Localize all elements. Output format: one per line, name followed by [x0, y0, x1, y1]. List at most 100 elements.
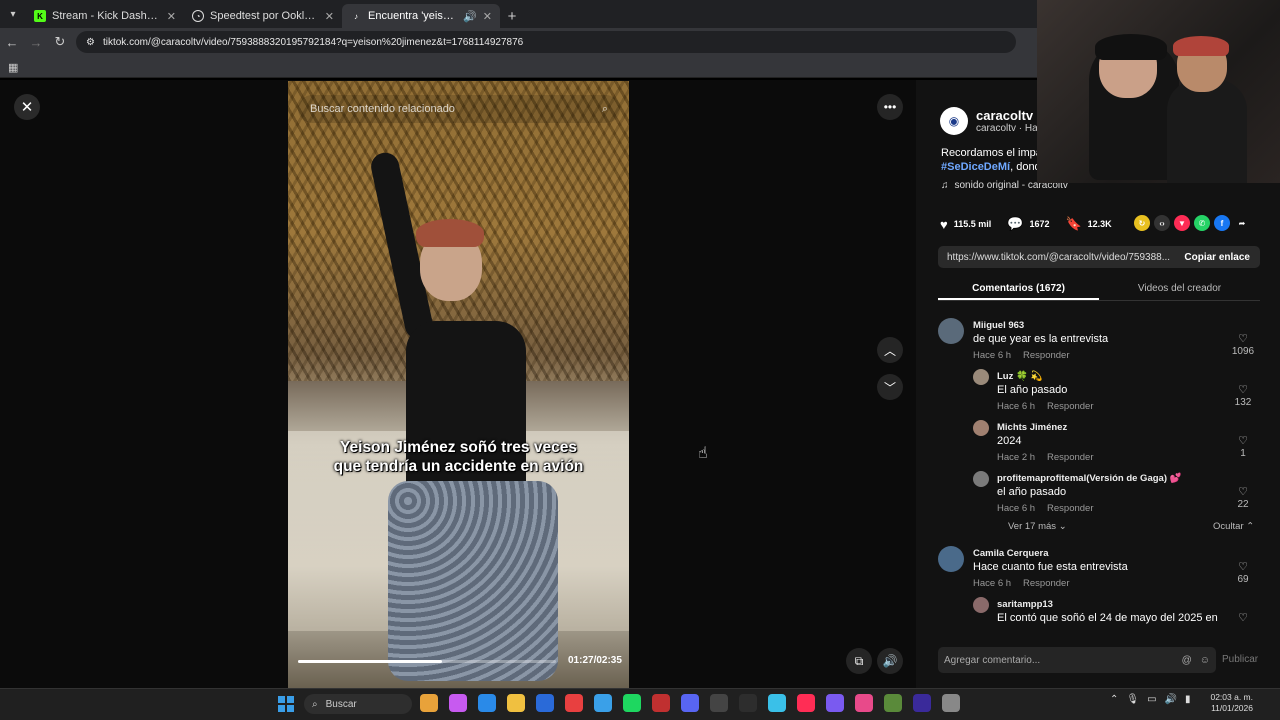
- taskbar-app-icon[interactable]: [478, 694, 496, 712]
- heart-outline-icon[interactable]: ♡: [1228, 434, 1258, 447]
- taskbar-app-icon[interactable]: [768, 694, 786, 712]
- tab-tiktok[interactable]: ♪ Encuentra 'yeison jimenez' 🔊 ✕: [342, 4, 500, 28]
- comment-like[interactable]: ♡ 1096: [1228, 332, 1258, 357]
- tab-creator-videos[interactable]: Videos del creador: [1099, 278, 1260, 300]
- copy-link-button[interactable]: Copiar enlace: [1174, 246, 1260, 268]
- taskbar-app-icon[interactable]: [681, 694, 699, 712]
- taskbar-app-icon[interactable]: [913, 694, 931, 712]
- video-progress-bar[interactable]: [298, 660, 556, 663]
- taskbar-search[interactable]: ⌕ Buscar: [304, 694, 412, 714]
- comment-user[interactable]: Camila Cerquera: [973, 548, 1049, 559]
- heart-outline-icon[interactable]: ♡: [1228, 560, 1258, 573]
- reply-button[interactable]: Responder: [1047, 503, 1093, 514]
- taskbar-app-icon[interactable]: [420, 694, 438, 712]
- taskbar-clock[interactable]: 02:03 a. m. 11/01/2026: [1205, 692, 1253, 714]
- close-tab-icon[interactable]: ✕: [483, 10, 492, 23]
- hide-replies[interactable]: Ocultar ⌃: [1213, 521, 1254, 532]
- previous-video-button[interactable]: ︿: [877, 337, 903, 363]
- repost-icon[interactable]: ↻: [1134, 215, 1150, 231]
- publish-button[interactable]: Publicar: [1222, 654, 1258, 665]
- heart-outline-icon[interactable]: ♡: [1228, 383, 1258, 396]
- tab-search-menu[interactable]: ▾: [0, 0, 26, 28]
- embed-icon[interactable]: ‹›: [1154, 215, 1170, 231]
- taskbar-app-icon[interactable]: [623, 694, 641, 712]
- battery-icon[interactable]: ▮: [1185, 694, 1191, 705]
- taskbar-app-icon[interactable]: [594, 694, 612, 712]
- author-name[interactable]: caracoltv: [976, 108, 1038, 123]
- send-icon[interactable]: ▼: [1174, 215, 1190, 231]
- mention-icon[interactable]: @: [1182, 655, 1192, 666]
- new-tab-button[interactable]: +: [500, 4, 524, 28]
- facebook-icon[interactable]: f: [1214, 215, 1230, 231]
- windows-start-icon[interactable]: [278, 696, 294, 712]
- reply-button[interactable]: Responder: [1023, 578, 1069, 589]
- tab-kick[interactable]: K Stream - Kick Dashboard ✕: [26, 4, 184, 28]
- search-icon[interactable]: ⌕: [602, 103, 608, 116]
- back-icon[interactable]: ←: [0, 35, 24, 50]
- comment-icon[interactable]: 💬: [1007, 216, 1023, 232]
- comment-user[interactable]: Miiguel 963: [973, 320, 1024, 331]
- taskbar-app-icon[interactable]: [942, 694, 960, 712]
- taskbar-app-icon[interactable]: [536, 694, 554, 712]
- comment-like[interactable]: ♡ 69: [1228, 560, 1258, 585]
- author-avatar[interactable]: ◉: [940, 107, 968, 135]
- close-video-button[interactable]: ✕: [14, 94, 40, 120]
- volume-button[interactable]: 🔊: [877, 648, 903, 674]
- share-link-text[interactable]: https://www.tiktok.com/@caracoltv/video/…: [938, 252, 1174, 263]
- taskbar-app-icon[interactable]: [449, 694, 467, 712]
- comment-like[interactable]: ♡ 132: [1228, 383, 1258, 408]
- comment-avatar[interactable]: [973, 369, 989, 385]
- close-tab-icon[interactable]: ✕: [167, 10, 176, 23]
- comment-like[interactable]: ♡ 22: [1228, 485, 1258, 510]
- tray-chevron-icon[interactable]: ⌃: [1110, 694, 1118, 705]
- address-bar[interactable]: ⚙ tiktok.com/@caracoltv/video/7593888320…: [76, 31, 1016, 53]
- taskbar-app-icon[interactable]: [855, 694, 873, 712]
- comment-like[interactable]: ♡: [1228, 611, 1258, 625]
- site-info-icon[interactable]: ⚙: [86, 37, 95, 48]
- comment-user[interactable]: Michts Jiménez: [997, 422, 1067, 433]
- comment-avatar[interactable]: [973, 420, 989, 436]
- taskbar-app-icon[interactable]: [884, 694, 902, 712]
- whatsapp-icon[interactable]: ✆: [1194, 215, 1210, 231]
- comment-avatar[interactable]: [938, 318, 964, 344]
- speaker-icon[interactable]: 🔊: [1165, 694, 1177, 705]
- emoji-icon[interactable]: ☺: [1200, 655, 1210, 666]
- reply-button[interactable]: Responder: [1047, 401, 1093, 412]
- network-icon[interactable]: ▭: [1147, 694, 1156, 705]
- taskbar-app-icon[interactable]: [739, 694, 757, 712]
- heart-outline-icon[interactable]: ♡: [1228, 332, 1258, 345]
- related-search-input[interactable]: Buscar contenido relacionado ⌕: [298, 95, 620, 123]
- reload-icon[interactable]: ↻: [48, 34, 72, 50]
- add-comment-input[interactable]: Agregar comentario... @ ☺: [938, 647, 1216, 673]
- next-video-button[interactable]: ﹀: [877, 374, 903, 400]
- video-player[interactable]: [288, 81, 629, 688]
- taskbar-app-icon[interactable]: [507, 694, 525, 712]
- heart-outline-icon[interactable]: ♡: [1228, 485, 1258, 498]
- taskbar-app-icon[interactable]: [565, 694, 583, 712]
- forward-icon[interactable]: →: [24, 35, 48, 50]
- comment-user[interactable]: Luz 🍀 💫: [997, 371, 1042, 382]
- hashtag-link[interactable]: #SeDiceDeMí: [941, 161, 1010, 173]
- audio-icon[interactable]: 🔊: [463, 10, 477, 23]
- bookmark-icon[interactable]: 🔖: [1065, 216, 1081, 232]
- comment-user[interactable]: profitemaprofitemal(Versión de Gaga) 💕: [997, 473, 1181, 484]
- heart-outline-icon[interactable]: ♡: [1228, 611, 1258, 624]
- reply-button[interactable]: Responder: [1023, 350, 1069, 361]
- share-arrow-icon[interactable]: ➦: [1234, 215, 1250, 231]
- comment-avatar[interactable]: [938, 546, 964, 572]
- heart-icon[interactable]: ♥: [940, 217, 948, 232]
- taskbar-app-icon[interactable]: [652, 694, 670, 712]
- comment-like[interactable]: ♡ 1: [1228, 434, 1258, 459]
- close-tab-icon[interactable]: ✕: [325, 10, 334, 23]
- tab-speedtest[interactable]: ◔ Speedtest por Ookla - La prueba ✕: [184, 4, 342, 28]
- taskbar-app-icon[interactable]: [710, 694, 728, 712]
- apps-grid-icon[interactable]: ▦: [8, 61, 18, 74]
- more-options-button[interactable]: •••: [877, 94, 903, 120]
- microphone-icon[interactable]: 🎙: [1126, 694, 1139, 705]
- reply-button[interactable]: Responder: [1047, 452, 1093, 463]
- comment-user[interactable]: saritampp13: [997, 599, 1053, 610]
- taskbar-app-icon[interactable]: [826, 694, 844, 712]
- comment-avatar[interactable]: [973, 597, 989, 613]
- comment-avatar[interactable]: [973, 471, 989, 487]
- floating-player-button[interactable]: ⧉: [846, 648, 872, 674]
